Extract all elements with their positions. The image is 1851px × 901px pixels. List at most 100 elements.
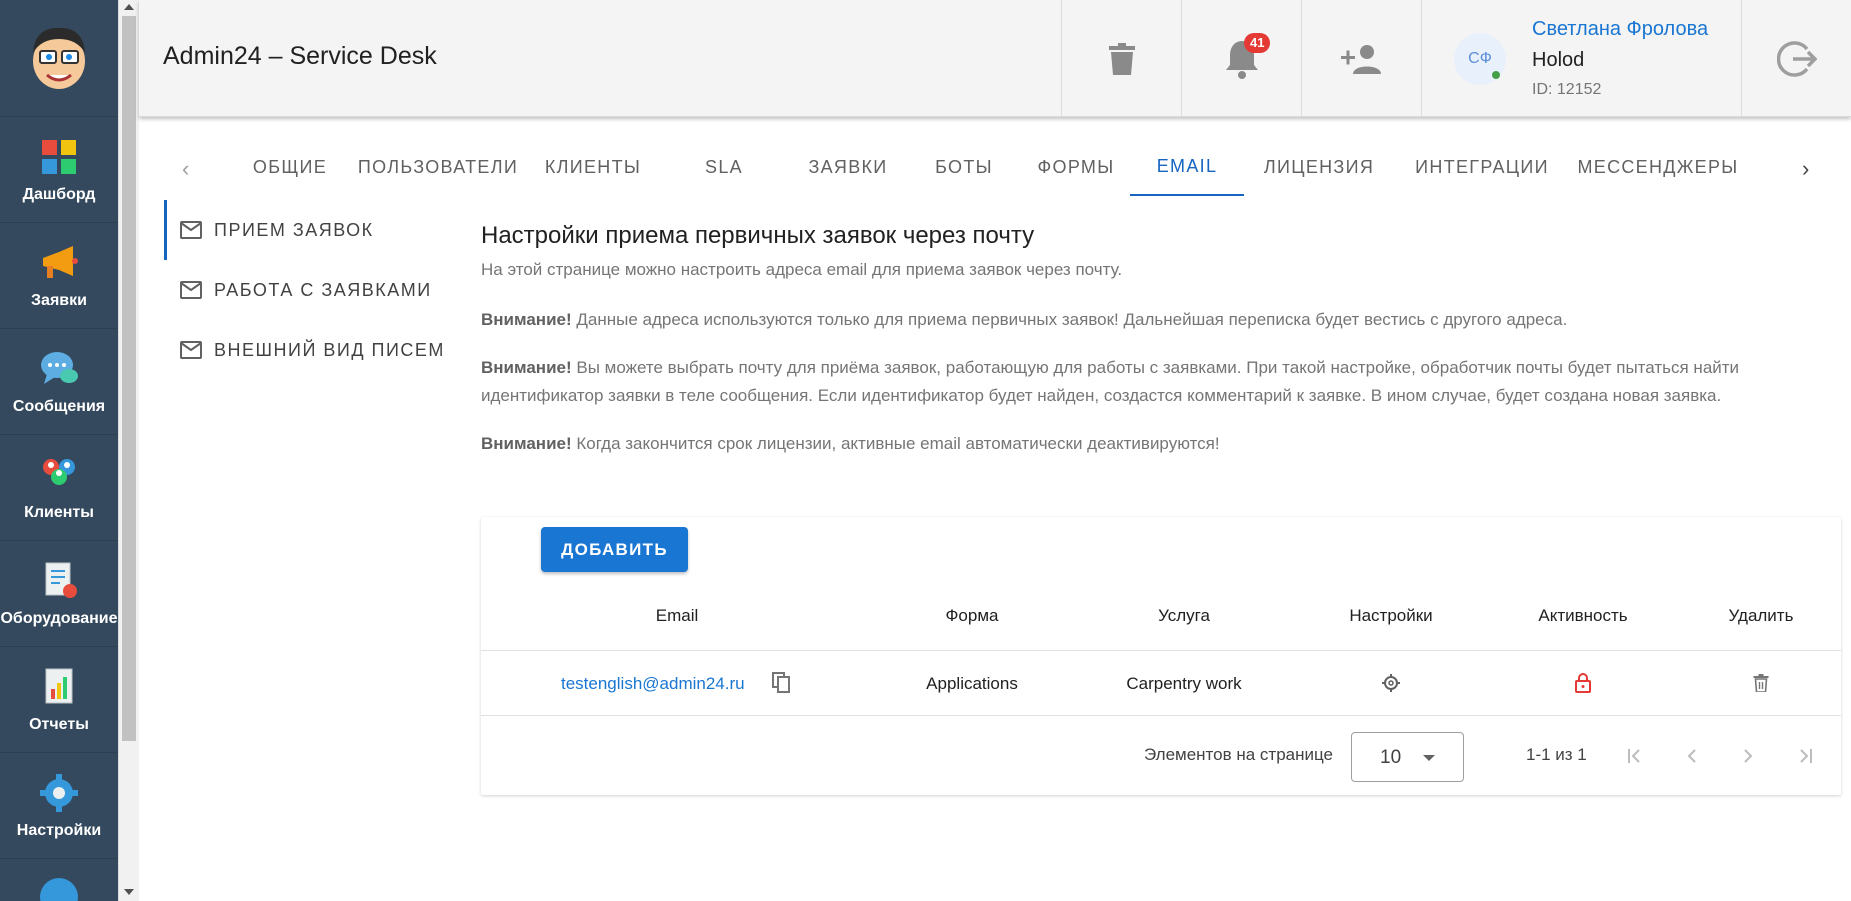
tabs-prev-icon[interactable]: ‹	[182, 156, 189, 182]
online-status-dot	[1492, 70, 1500, 79]
tab-email[interactable]: EMAIL	[1130, 138, 1244, 196]
reports-icon	[38, 666, 80, 708]
megaphone-icon	[38, 242, 80, 284]
nav-label: Заявки	[31, 291, 87, 309]
logout-icon	[1776, 40, 1817, 77]
column-header-activity: Активность	[1538, 606, 1628, 625]
column-header-delete: Удалить	[1728, 606, 1794, 625]
nav-scrollbar[interactable]	[118, 0, 139, 901]
tab-users[interactable]: ПОЛЬЗОВАТЕЛИ	[350, 138, 526, 196]
gear-icon	[38, 772, 80, 814]
tab-sla[interactable]: SLA	[660, 138, 788, 196]
email-settings-content: Настройки приема первичных заявок через …	[481, 222, 1841, 478]
row-form: Applications	[926, 674, 1018, 693]
nav-item-requests[interactable]: Заявки	[0, 223, 118, 329]
nav-label: Настройки	[16, 821, 102, 839]
first-page-icon	[1628, 749, 1640, 763]
nav-item-clients[interactable]: Клиенты	[0, 435, 118, 541]
add-button[interactable]: ДОБАВИТЬ	[541, 527, 688, 572]
top-header: Admin24 – Service Desk 41 СФ Светлана Фр…	[139, 0, 1851, 117]
settings-tabs: ‹ ОБЩИЕ ПОЛЬЗОВАТЕЛИ КЛИЕНТЫ SLA ЗАЯВКИ …	[160, 138, 1830, 196]
dashboard-icon	[38, 136, 80, 178]
side-item-letter-appearance[interactable]: ВНЕШНИЙ ВИД ПИСЕМ	[164, 320, 464, 380]
chevron-down-icon	[1423, 755, 1435, 761]
user-info: Светлана Фролова Holod ID: 12152	[1532, 18, 1708, 99]
column-header-email: Email	[655, 606, 699, 625]
row-divider	[481, 715, 1841, 716]
user-name[interactable]: Светлана Фролова	[1532, 18, 1708, 41]
last-page-button[interactable]	[1787, 739, 1821, 773]
email-side-menu: ПРИЕМ ЗАЯВОК РАБОТА С ЗАЯВКАМИ ВНЕШНИЙ В…	[164, 200, 464, 380]
tab-bots[interactable]: БОТЫ	[908, 138, 1020, 196]
warning-note-3: Внимание! Когда закончится срок лицензии…	[481, 430, 1841, 458]
tab-general[interactable]: ОБЩИЕ	[230, 138, 350, 196]
mail-inbox-icon	[180, 221, 202, 239]
warning-text: Когда закончится срок лицензии, активные…	[571, 434, 1220, 453]
logout-button[interactable]	[1741, 0, 1851, 117]
lock-icon[interactable]	[1575, 673, 1591, 698]
avatar[interactable]: СФ	[1454, 32, 1506, 85]
tab-forms[interactable]: ФОРМЫ	[1020, 138, 1132, 196]
mail-check-icon	[180, 341, 202, 359]
nav-item-dashboard[interactable]: Дашборд	[0, 117, 118, 223]
tab-clients[interactable]: КЛИЕНТЫ	[526, 138, 660, 196]
warning-text: Вы можете выбрать почту для приёма заяво…	[481, 358, 1740, 405]
nav-item-messages[interactable]: Сообщения	[0, 329, 118, 435]
warning-label: Внимание!	[481, 434, 572, 453]
first-page-button[interactable]	[1619, 739, 1653, 773]
trash-button[interactable]	[1061, 0, 1181, 117]
scroll-up-icon[interactable]	[124, 4, 134, 10]
copy-icon[interactable]	[772, 672, 790, 698]
tab-license[interactable]: ЛИЦЕНЗИЯ	[1244, 138, 1394, 196]
email-table-card: ДОБАВИТЬ Email Форма Услуга Настройки Ак…	[481, 517, 1841, 795]
column-header-settings: Настройки	[1349, 606, 1433, 625]
warning-label: Внимание!	[481, 310, 572, 329]
nav-label: Оборудование	[0, 609, 118, 627]
avatar-logo-icon	[33, 27, 85, 89]
add-user-button[interactable]	[1301, 0, 1421, 117]
header-divider	[481, 650, 1841, 651]
warning-label: Внимание!	[481, 358, 572, 377]
nav-item-settings[interactable]: Настройки	[0, 753, 118, 859]
nav-label: Отчеты	[29, 715, 89, 733]
nav-label: Дашборд	[22, 185, 96, 203]
warning-note-1: Внимание! Данные адреса используются тол…	[481, 306, 1841, 334]
notifications-button[interactable]: 41	[1181, 0, 1301, 117]
help-icon[interactable]	[40, 878, 78, 901]
app-title: Admin24 – Service Desk	[163, 42, 437, 70]
last-page-icon	[1800, 749, 1812, 763]
app-logo[interactable]	[0, 0, 118, 117]
mail-icon	[180, 281, 202, 299]
tabs-next-icon[interactable]: ›	[1802, 156, 1809, 182]
clients-icon	[38, 454, 80, 496]
add-user-icon	[1340, 44, 1381, 74]
tab-integrations[interactable]: ИНТЕГРАЦИИ	[1394, 138, 1570, 196]
items-per-page-select[interactable]: 10	[1351, 732, 1464, 782]
chat-icon	[38, 348, 80, 390]
nav-label: Сообщения	[12, 397, 106, 415]
tab-messengers[interactable]: МЕССЕНДЖЕРЫ	[1570, 138, 1746, 196]
tab-requests[interactable]: ЗАЯВКИ	[788, 138, 908, 196]
page-title: Настройки приема первичных заявок через …	[481, 222, 1035, 249]
nav-item-reports[interactable]: Отчеты	[0, 647, 118, 753]
page-description: На этой странице можно настроить адреса …	[481, 260, 1123, 279]
side-item-work-requests[interactable]: РАБОТА С ЗАЯВКАМИ	[164, 260, 464, 320]
side-item-receive-requests[interactable]: ПРИЕМ ЗАЯВОК	[164, 200, 464, 260]
nav-label: Клиенты	[24, 503, 94, 521]
row-service: Carpentry work	[1126, 674, 1242, 693]
scroll-thumb[interactable]	[122, 16, 136, 741]
notification-badge: 41	[1244, 33, 1271, 53]
nav-item-equipment[interactable]: Оборудование	[0, 541, 118, 647]
prev-page-button[interactable]	[1675, 739, 1709, 773]
side-item-label: ПРИЕМ ЗАЯВОК	[214, 219, 374, 240]
warning-note-2: Внимание! Вы можете выбрать почту для пр…	[481, 354, 1841, 410]
user-profile[interactable]: СФ Светлана Фролова Holod ID: 12152	[1421, 0, 1741, 117]
scroll-down-icon[interactable]	[124, 889, 134, 895]
column-header-service: Услуга	[1158, 606, 1210, 625]
delete-icon[interactable]	[1753, 674, 1769, 697]
chevron-right-icon	[1744, 749, 1753, 763]
email-link[interactable]: testenglish@admin24.ru	[561, 674, 745, 694]
user-company: Holod	[1532, 49, 1585, 71]
next-page-button[interactable]	[1731, 739, 1765, 773]
settings-gear-icon[interactable]	[1382, 674, 1400, 697]
